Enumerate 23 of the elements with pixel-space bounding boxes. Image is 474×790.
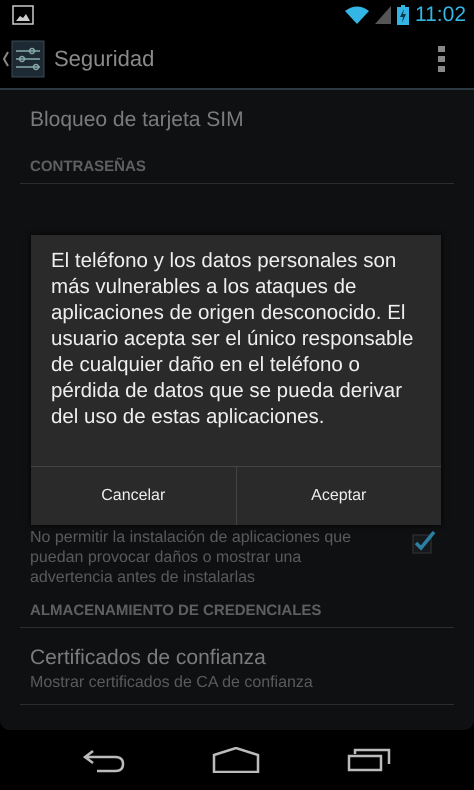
picture-notification-icon: [12, 5, 34, 25]
home-icon[interactable]: [212, 747, 260, 773]
section-header: ALMACENAMIENTO DE CREDENCIALES: [20, 588, 454, 628]
clock-time: 11:02: [415, 3, 466, 27]
item-title: Certificados de confianza: [30, 646, 267, 670]
overflow-menu-icon[interactable]: [438, 46, 446, 72]
item-title: Bloqueo de tarjeta SIM: [30, 108, 245, 132]
screen-title: Seguridad: [54, 46, 156, 72]
dialog-button[interactable]: Cancelar: [31, 467, 236, 525]
item-summary: No permitir la instalación de aplicaciones que puedan provocar daños o mostrar una advertencia antes de instalarlas: [30, 528, 352, 588]
battery-charging-icon: [397, 5, 409, 25]
back-icon[interactable]: [83, 747, 126, 773]
dialog-button[interactable]: Aceptar: [236, 467, 441, 525]
dialog-message: El teléfono y los datos personales son más vulnerables a los ataques de aplicaciones de origen desconocido. El usuario acepta ser el único responsable de cualquier daño en el teléfono o pérdida de datos que se pueda derivar del uso de estas aplicaciones.: [50, 248, 414, 430]
settings-up-button[interactable]: [0, 39, 46, 79]
section-header: CONTRASEÑAS: [20, 144, 454, 184]
recent-apps-icon[interactable]: [346, 748, 391, 772]
settings-item[interactable]: Certificados de confianza Mostrar certificados de CA de confianza: [20, 628, 454, 705]
item-summary: Mostrar certificados de CA de confianza: [30, 674, 314, 692]
signal-icon: [375, 6, 391, 24]
wifi-icon: [345, 6, 369, 24]
settings-item[interactable]: Bloqueo de tarjeta SIM: [20, 90, 454, 144]
checkbox[interactable]: [412, 530, 436, 554]
